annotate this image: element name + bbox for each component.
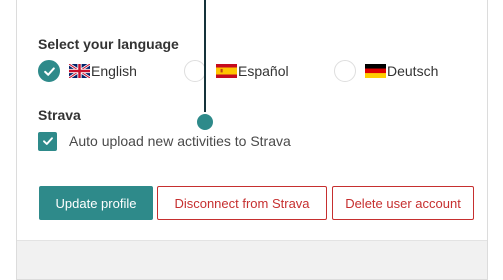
annotation-pointer-line (204, 0, 206, 120)
auto-upload-checkbox[interactable] (38, 131, 57, 151)
language-option-german[interactable]: Deutsch (334, 58, 438, 84)
language-label-spanish: Español (238, 63, 289, 79)
strava-section-title: Strava (38, 107, 81, 123)
spain-flag-icon (216, 64, 237, 78)
uk-flag-icon (69, 64, 90, 78)
radio-selected-check-icon[interactable] (38, 60, 60, 82)
auto-upload-option[interactable]: Auto upload new activities to Strava (38, 130, 291, 152)
germany-flag-icon (365, 64, 386, 78)
update-profile-button[interactable]: Update profile (39, 186, 153, 220)
disconnect-strava-button[interactable]: Disconnect from Strava (157, 186, 327, 220)
language-section-title: Select your language (38, 36, 179, 52)
auto-upload-label: Auto upload new activities to Strava (69, 133, 291, 149)
language-radio-group: English Español Deutsch (38, 58, 478, 84)
language-label-english: English (91, 63, 137, 79)
language-label-german: Deutsch (387, 63, 439, 79)
delete-account-button[interactable]: Delete user account (332, 186, 474, 220)
language-option-spanish[interactable]: Español (184, 58, 289, 84)
radio-button[interactable] (184, 60, 206, 82)
language-option-english[interactable]: English (38, 58, 137, 84)
card-footer (17, 240, 487, 279)
radio-button[interactable] (334, 60, 356, 82)
checkmark-icon (42, 137, 53, 145)
annotation-pointer-dot (195, 112, 215, 132)
profile-settings-card: Select your language English Español Deu… (16, 0, 488, 280)
